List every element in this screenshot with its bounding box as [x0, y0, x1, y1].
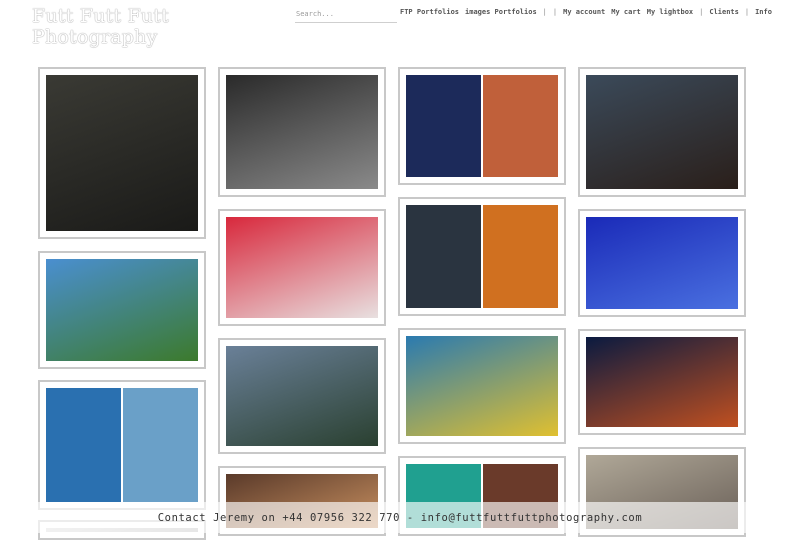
- photo-tile[interactable]: [38, 67, 206, 239]
- photo-night-couple: [586, 337, 738, 427]
- photo-tile[interactable]: [218, 209, 386, 326]
- photo-tile[interactable]: [398, 328, 566, 444]
- photo-bmx-jump: [46, 259, 198, 361]
- search-input[interactable]: [295, 6, 397, 23]
- photo-tile[interactable]: [398, 67, 566, 185]
- nav-clients[interactable]: Clients: [709, 8, 739, 16]
- photo-lake-jump: [226, 346, 378, 446]
- photo-tile[interactable]: [38, 251, 206, 369]
- photo-masks-in-forest: [46, 75, 198, 231]
- nav-info[interactable]: Info: [755, 8, 772, 16]
- photo-volcano-campfire: [406, 205, 558, 308]
- nav-my-lightbox[interactable]: My lightbox: [647, 8, 693, 16]
- photo-dress-and-tower: [46, 388, 198, 502]
- nav-my-cart[interactable]: My cart: [611, 8, 641, 16]
- nav-my-account[interactable]: My account: [563, 8, 605, 16]
- top-nav: FTP Portfolios images Portfolios | | My …: [400, 8, 792, 16]
- site-logo[interactable]: Futt Futt Futt Photography: [32, 6, 169, 48]
- photo-boat-lake: [406, 336, 558, 436]
- photo-redhead-model: [406, 75, 558, 177]
- photo-workshop-figure: [586, 75, 738, 189]
- photo-tile[interactable]: [38, 380, 206, 510]
- photo-tile[interactable]: [578, 67, 746, 197]
- photo-tile[interactable]: [218, 67, 386, 197]
- logo-line-1: Futt Futt Futt: [32, 5, 169, 27]
- photo-tile[interactable]: [578, 209, 746, 317]
- photo-boom-mural: [226, 217, 378, 318]
- photo-studio-interior: [226, 75, 378, 189]
- nav-images-portfolios[interactable]: images Portfolios: [465, 8, 537, 16]
- photo-stage-dancer: [586, 217, 738, 309]
- photo-tile[interactable]: [218, 338, 386, 454]
- nav-ftp-portfolios[interactable]: FTP Portfolios: [400, 8, 459, 16]
- contact-text: Contact Jeremy on +44 07956 322 770 - in…: [157, 511, 643, 524]
- contact-footer: Contact Jeremy on +44 07956 322 770 - in…: [0, 502, 800, 533]
- nav-separator: |: [744, 8, 750, 16]
- photo-tile[interactable]: [398, 197, 566, 316]
- logo-line-2: Photography: [32, 26, 158, 48]
- photo-tile[interactable]: [578, 329, 746, 435]
- nav-separator: |: [542, 8, 547, 16]
- nav-separator: |: [699, 8, 704, 16]
- nav-separator: |: [552, 8, 558, 16]
